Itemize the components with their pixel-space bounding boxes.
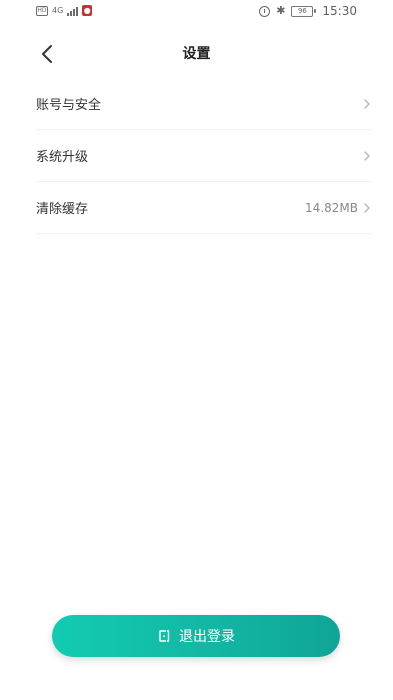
item-right: 14.82MB [305, 201, 372, 215]
logout-label: 退出登录 [179, 629, 235, 645]
list-item-system-upgrade[interactable]: 系统升级 [36, 130, 372, 182]
signal-icon [67, 6, 79, 16]
status-bar: HD 4G ● ✱ 96 15:30 [0, 0, 393, 24]
item-label: 清除缓存 [36, 202, 89, 217]
status-left: HD 4G ● [36, 5, 93, 16]
list-item-account-security[interactable]: 账号与安全 [36, 78, 372, 130]
logout-icon [159, 630, 170, 642]
network-type: 4G [52, 5, 64, 15]
mic-icon: ● [82, 5, 93, 16]
status-right: ✱ 96 15:30 [259, 4, 357, 18]
item-label: 账号与安全 [36, 98, 102, 113]
item-right [358, 98, 372, 110]
battery-indicator: 96 [291, 5, 317, 17]
logout-button[interactable]: 退出登录 [52, 615, 340, 657]
hd-badge: HD [36, 5, 48, 16]
chevron-right-icon [364, 150, 370, 161]
settings-list: 账号与安全 系统升级 清除缓存 14.82MB [36, 78, 372, 234]
list-item-clear-cache[interactable]: 清除缓存 14.82MB [36, 182, 372, 234]
chevron-right-icon [364, 98, 370, 109]
chevron-right-icon [364, 202, 370, 213]
status-time: 15:30 [322, 4, 357, 18]
alarm-icon [259, 5, 271, 17]
page-title: 设置 [182, 46, 211, 62]
battery-level: 96 [291, 5, 314, 17]
cache-size: 14.82MB [305, 200, 358, 215]
battery-tip [314, 9, 317, 13]
bluetooth-icon: ✱ [276, 4, 286, 17]
header: 设置 [0, 34, 393, 74]
item-label: 系统升级 [36, 150, 89, 165]
item-right [358, 150, 372, 162]
